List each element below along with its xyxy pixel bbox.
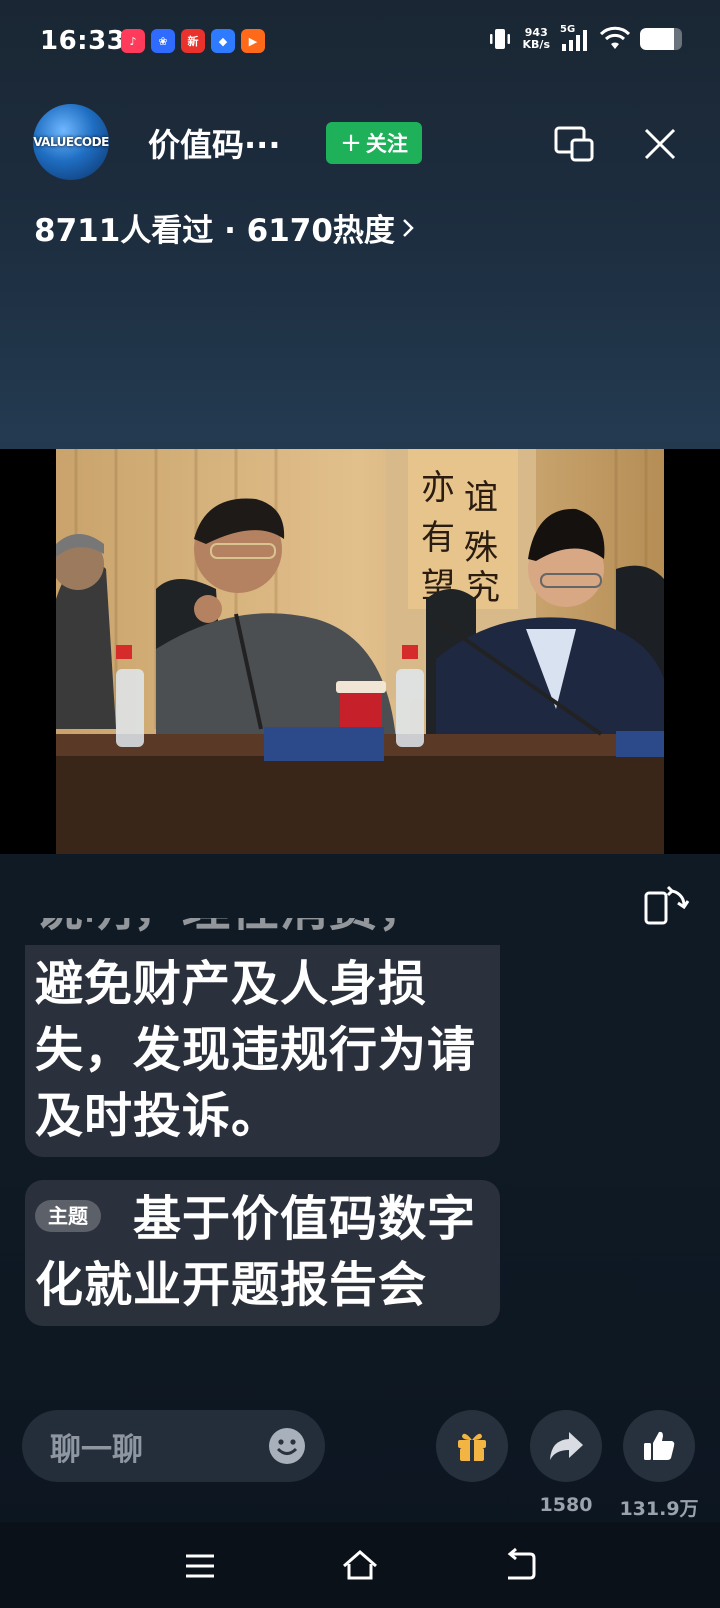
topic-caption[interactable]: 主题 基于价值码数字化就业开题报告会: [25, 1180, 500, 1326]
avatar-logo-text: VALUECODE: [33, 135, 109, 149]
chat-placeholder: 聊一聊: [50, 1431, 143, 1468]
back-icon[interactable]: [500, 1546, 540, 1586]
video-player[interactable]: 亦谊 有殊 望究: [0, 449, 720, 854]
menu-icon[interactable]: [180, 1546, 220, 1586]
emoji-icon[interactable]: [267, 1426, 307, 1466]
cell-signal-icon: 5G: [560, 24, 590, 52]
video-app-icon: ▶: [241, 29, 265, 53]
system-nav-bar: [0, 1522, 720, 1608]
gift-icon: [458, 1433, 486, 1461]
notification-icons: ♪ ❀ 新 ◆ ▶: [121, 29, 265, 53]
video-scene-image: 亦谊 有殊 望究: [56, 449, 664, 854]
net-speed-unit: KB/s: [522, 38, 550, 51]
chevron-right-icon: [403, 218, 414, 237]
topic-title: 基于价值码数字化就业开题报告会: [35, 1191, 477, 1313]
net-speed: 943 KB/s: [523, 27, 550, 51]
channel-avatar[interactable]: VALUECODE: [33, 104, 109, 180]
douyin-icon: ♪: [121, 29, 145, 53]
battery-icon: [640, 28, 682, 50]
close-icon[interactable]: [638, 122, 682, 166]
like-button[interactable]: [623, 1410, 695, 1482]
pip-window-icon[interactable]: [552, 122, 596, 166]
caption-scroll-clip: 说明，理性消费，: [25, 918, 500, 948]
share-count: 1580: [539, 1494, 593, 1516]
safety-notice-text: 避免财产及人身损失，发现违规行为请及时投诉。: [35, 956, 477, 1144]
thumbs-up-icon: [644, 1431, 675, 1460]
status-bar: 16:33 ♪ ❀ 新 ◆ ▶ 943 KB/s 5G: [0, 0, 720, 84]
vibrate-icon: [489, 29, 510, 49]
plus-icon: +: [340, 128, 362, 158]
rotate-screen-icon[interactable]: [642, 881, 690, 929]
browser-icon: ◆: [211, 29, 235, 53]
status-time: 16:33: [40, 26, 126, 56]
channel-name[interactable]: 价值码···: [148, 120, 280, 166]
follow-label: 关注: [365, 132, 408, 156]
gift-button[interactable]: [436, 1410, 508, 1482]
follow-button[interactable]: + 关注: [326, 122, 422, 164]
safety-notice-caption: 避免财产及人身损失，发现违规行为请及时投诉。: [25, 945, 500, 1157]
svg-text:谊: 谊: [464, 478, 498, 518]
chat-input[interactable]: 聊一聊: [22, 1410, 325, 1482]
video-frame: 亦谊 有殊 望究: [56, 449, 664, 854]
status-right-group: 943 KB/s 5G: [487, 24, 682, 52]
home-icon[interactable]: [340, 1546, 380, 1586]
view-stats-text: 8711人看过 · 6170热度: [34, 213, 395, 249]
svg-text:亦: 亦: [421, 468, 455, 508]
view-stats[interactable]: 8711人看过 · 6170热度: [34, 205, 417, 250]
caption-partial-line: 说明，理性消费，: [35, 918, 427, 942]
share-arrow-icon: [550, 1432, 583, 1460]
wifi-icon: [600, 26, 630, 49]
baidu-icon: ❀: [151, 29, 175, 53]
topic-tag: 主题: [35, 1200, 101, 1232]
news-icon: 新: [181, 29, 205, 53]
like-count: 131.9万: [619, 1498, 699, 1520]
svg-text:有: 有: [421, 518, 455, 558]
share-button[interactable]: [530, 1410, 602, 1482]
svg-text:殊: 殊: [464, 528, 498, 568]
